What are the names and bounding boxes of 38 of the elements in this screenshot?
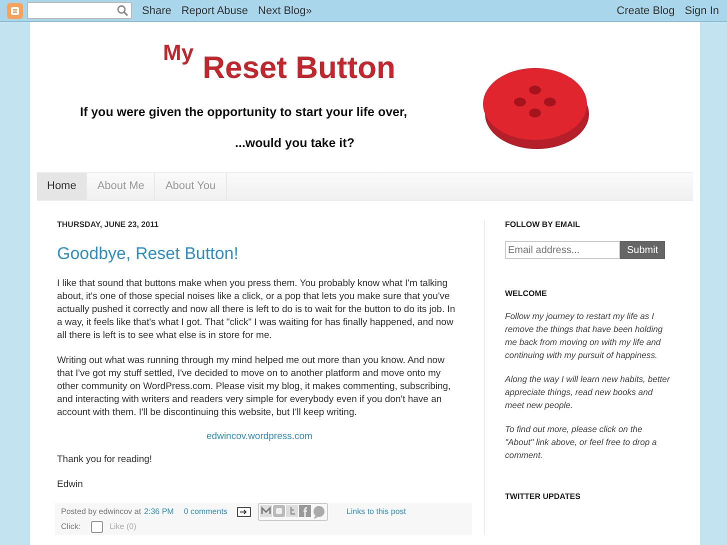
facebook-share-icon[interactable] bbox=[299, 504, 312, 516]
navbar-link[interactable]: Create Blog bbox=[616, 4, 675, 16]
widget-title: WELCOME bbox=[505, 289, 548, 298]
closing-text: Thank you for reading! bbox=[57, 453, 154, 466]
click-label: Click: bbox=[61, 522, 81, 531]
nav-tab[interactable]: Home bbox=[37, 173, 88, 200]
welcome-paragraph: Follow my journey to restart my life as I remove the things that have been holding me back from moving on with my life and continuing with my pursuit of happiness. bbox=[505, 310, 664, 362]
blog-title: Reset Button bbox=[202, 50, 396, 86]
navbar-link[interactable]: Share bbox=[142, 4, 172, 16]
signature: Edwin bbox=[57, 478, 84, 491]
post-time-link[interactable]: 2:36 PM bbox=[144, 507, 174, 516]
welcome-paragraph: To find out more, please click on the "About" link above, or feel free to drop a comment. bbox=[505, 423, 658, 462]
like-label: Like (0) bbox=[110, 522, 136, 531]
post-paragraph: Writing out what was running through my mind helped me out more than you know. And now that I've got my stuff settled, I've decided to move on to another platform and move onto my other community on WordPress.com. Please visit my blog, it makes commenting, subscribing, and interacting with writers and readers very simple for everybody even if you don't have an account with them. I'll be discontinuing this website, but I'll keep writing. bbox=[57, 354, 452, 419]
navbar-link[interactable]: Sign In bbox=[684, 4, 719, 16]
post-title[interactable]: Goodbye, Reset Button! bbox=[57, 244, 462, 264]
blog-link[interactable]: edwincov.wordpress.com bbox=[206, 431, 312, 442]
navbar-link[interactable]: Next Blog» bbox=[258, 4, 312, 16]
posted-by-text: Posted by edwincov at bbox=[61, 507, 142, 516]
widget-title: TWITTER UPDATES bbox=[505, 492, 582, 501]
submit-button[interactable]: Submit bbox=[620, 241, 666, 259]
tagline: If you were given the opportunity to start your life over, bbox=[80, 105, 408, 119]
navbar-link[interactable]: Report Abuse bbox=[181, 4, 248, 16]
blog-share-icon[interactable] bbox=[273, 504, 286, 516]
post-paragraph: I like that sound that buttons make when you press them. You probably know what I'm talking about, it's one of those special noises like a click, or a pop that lets you make sure that you've actually pushed it correctly and now all there is left to do is to wait for the button to do its job. In a way, it feels like that's what I got. That "click" I was waiting for has finally happened, and now all there is left is to see what else is in store for me. bbox=[57, 277, 456, 342]
search-icon[interactable] bbox=[117, 5, 128, 16]
blog-title-prefix: My bbox=[163, 40, 194, 66]
comments-link[interactable]: 0 comments bbox=[184, 507, 228, 516]
backlinks-link[interactable]: Links to this post bbox=[346, 507, 406, 516]
like-checkbox[interactable] bbox=[90, 520, 103, 532]
speech-bubble-share-icon[interactable] bbox=[312, 504, 326, 518]
blog-logo-icon[interactable] bbox=[7, 2, 23, 18]
email-field[interactable]: Email address... bbox=[505, 241, 620, 259]
widget-title: FOLLOW BY EMAIL bbox=[505, 220, 581, 229]
welcome-paragraph: Along the way I will learn new habits, better appreciate things, read new books and meet new people. bbox=[505, 373, 670, 412]
post-date: THURSDAY, JUNE 23, 2011 bbox=[57, 220, 160, 229]
tagline: ...would you take it? bbox=[234, 136, 356, 150]
search-field[interactable] bbox=[27, 2, 132, 19]
